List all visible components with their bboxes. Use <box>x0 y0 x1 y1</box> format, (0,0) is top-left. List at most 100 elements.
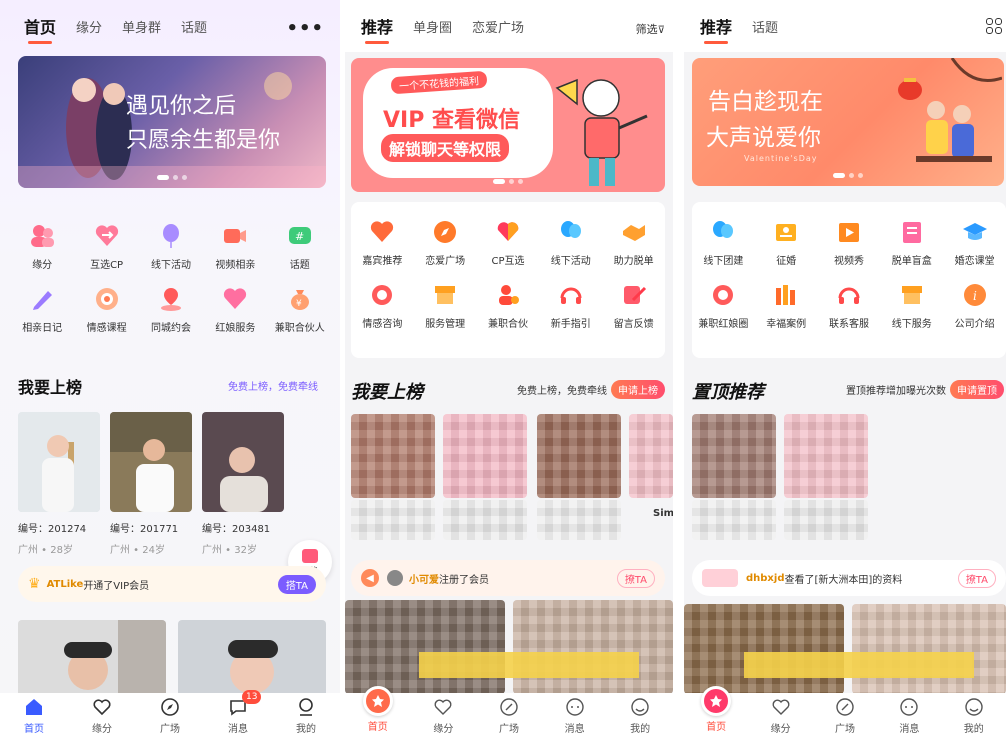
nav-square[interactable]: 广场 <box>481 696 537 735</box>
grid-item-partner[interactable]: ¥ 兼职合伙人 <box>268 285 332 334</box>
nav-home[interactable]: 首页 <box>350 685 406 733</box>
person-card[interactable]: 编号：203481 广州 • 32岁 <box>202 412 284 556</box>
grid-item-fate[interactable]: 缘分 <box>10 222 74 271</box>
person-photo <box>110 412 192 512</box>
blurred-profile[interactable] <box>784 414 868 498</box>
grid-item-offline[interactable]: 线下活动 <box>539 218 602 267</box>
section-link[interactable]: 免费上榜，免费牵线 申请上榜 <box>517 380 665 399</box>
grid-item-feedback[interactable]: 留言反馈 <box>602 281 665 330</box>
vip-banner[interactable]: 一个不花钱的福利 VIP 查看微信 解锁聊天等权限 <box>351 58 665 192</box>
filter-button[interactable]: 筛选⊽ <box>636 21 665 37</box>
top-tabs: 推荐 单身圈 恋爱广场 筛选⊽ <box>345 0 673 52</box>
tab-single-group[interactable]: 单身群 <box>122 17 161 36</box>
nav-home[interactable]: 首页 <box>6 696 62 735</box>
person-card[interactable]: 编号：201274 广州 • 28岁 <box>18 412 100 556</box>
grid-item-video[interactable]: 视频相亲 <box>203 222 267 271</box>
section-title: 置顶推荐 <box>692 382 764 403</box>
blurred-feed-photo[interactable] <box>345 600 505 694</box>
grid-item-class[interactable]: 婚恋课堂 <box>943 218 1006 267</box>
grid-menu-icon[interactable] <box>986 18 1002 34</box>
section-link[interactable]: 置顶推荐增加曝光次数 申请置顶 <box>846 380 1004 399</box>
grid-item-offline-service[interactable]: 线下服务 <box>880 281 943 330</box>
nav-fate[interactable]: 缘分 <box>753 696 809 735</box>
valentine-banner[interactable]: 告白趁现在 大声说爱你 Valentine'sDay <box>692 58 1004 186</box>
nav-messages[interactable]: 消息 <box>547 696 603 735</box>
grid-item-help-single[interactable]: 助力脱单 <box>602 218 665 267</box>
notice-action-button[interactable]: 撩TA <box>616 568 655 588</box>
nav-home[interactable]: 首页 <box>688 685 744 733</box>
tab-single-circle[interactable]: 单身圈 <box>413 17 452 36</box>
tab-recommend[interactable]: 推荐 <box>361 14 393 44</box>
grid-item-course[interactable]: 情感课程 <box>74 285 138 334</box>
nav-me[interactable]: 我的 <box>278 696 334 735</box>
apply-top-button[interactable]: 申请置顶 <box>950 380 1004 399</box>
grid-item-contact[interactable]: 联系客服 <box>818 281 881 330</box>
avatar <box>702 569 738 587</box>
grid-item-cases[interactable]: 幸福案例 <box>755 281 818 330</box>
grid-item-diary[interactable]: 相亲日记 <box>10 285 74 334</box>
grid-item-guide[interactable]: 新手指引 <box>539 281 602 330</box>
tab-recommend[interactable]: 推荐 <box>700 14 732 44</box>
grid-item-blind-box[interactable]: 脱单盲盒 <box>880 218 943 267</box>
heart-outline-icon <box>432 696 454 718</box>
profile-icon <box>629 696 651 718</box>
blurred-profile[interactable] <box>351 414 435 498</box>
blurred-caption <box>784 500 868 540</box>
grid-item-consult[interactable]: 情感咨询 <box>351 281 414 330</box>
blurred-feed-photo[interactable] <box>513 600 673 694</box>
grid-item-about[interactable]: i 公司介绍 <box>943 281 1006 330</box>
person-card[interactable]: 编号：201771 广州 • 24岁 <box>110 412 192 556</box>
blurred-profile[interactable] <box>629 414 673 498</box>
grid-item-matchmaker[interactable]: 红娘服务 <box>203 285 267 334</box>
section-link[interactable]: 免费上榜，免费牵线 <box>228 378 318 393</box>
notice-action-button[interactable]: 搭TA <box>277 574 316 594</box>
blurred-feed-photo[interactable] <box>852 604 1006 694</box>
home-banner[interactable]: 遇见你之后 只愿余生都是你 <box>18 56 326 188</box>
view-notice: dhbxjd 查看了[新大洲本田]的资料 撩TA <box>692 560 1006 596</box>
section-title: 我要上榜 <box>18 378 83 397</box>
nav-me[interactable]: 我的 <box>612 696 668 735</box>
grid-item-team[interactable]: 线下团建 <box>692 218 755 267</box>
grid-item-video-show[interactable]: 视频秀 <box>818 218 881 267</box>
tab-home[interactable]: 首页 <box>24 14 56 44</box>
heart-outline-icon <box>91 696 113 718</box>
grid-item-marriage[interactable]: 征婚 <box>755 218 818 267</box>
grid-item-dating[interactable]: 同城约会 <box>139 285 203 334</box>
grid-item-cp[interactable]: CP互选 <box>477 218 540 267</box>
nav-fate[interactable]: 缘分 <box>415 696 471 735</box>
nav-messages[interactable]: 消息 <box>881 696 937 735</box>
feed-photo[interactable] <box>178 620 326 700</box>
unread-badge: 13 <box>242 689 262 704</box>
grid-item-guest[interactable]: 嘉宾推荐 <box>351 218 414 267</box>
nav-fate[interactable]: 缘分 <box>74 696 130 735</box>
tab-topic[interactable]: 话题 <box>752 17 778 36</box>
apply-list-button[interactable]: 申请上榜 <box>611 380 665 399</box>
grid-item-love-square[interactable]: 恋爱广场 <box>414 218 477 267</box>
tab-love-square[interactable]: 恋爱广场 <box>472 17 524 36</box>
grid-item-partner[interactable]: 兼职合伙 <box>477 281 540 330</box>
nav-me[interactable]: 我的 <box>946 696 1002 735</box>
blurred-profile[interactable] <box>443 414 527 498</box>
grid-item-topic[interactable]: # 话题 <box>268 222 332 271</box>
headset-icon <box>708 281 738 309</box>
nav-square[interactable]: 广场 <box>817 696 873 735</box>
blurred-profile[interactable] <box>692 414 776 498</box>
carousel-dots <box>493 179 523 184</box>
notice-action-button[interactable]: 撩TA <box>957 568 996 588</box>
more-icon[interactable]: ••• <box>286 18 324 39</box>
blurred-feed-photo[interactable] <box>684 604 844 694</box>
grid-item-service[interactable]: 服务管理 <box>414 281 477 330</box>
blurred-profile[interactable] <box>537 414 621 498</box>
nav-messages[interactable]: 消息 13 <box>210 689 266 735</box>
grid-item-offline[interactable]: 线下活动 <box>139 222 203 271</box>
grid-item-cp[interactable]: 互选CP <box>74 222 138 271</box>
bottom-nav: 首页 缘分 广场 消息 我的 <box>345 685 673 737</box>
home-icon <box>23 696 45 718</box>
nav-square[interactable]: 广场 <box>142 696 198 735</box>
tab-topic[interactable]: 话题 <box>181 17 207 36</box>
grid-item-matchmaker-circle[interactable]: 兼职红娘圈 <box>692 281 755 330</box>
profile-icon <box>963 696 985 718</box>
app-screen-home: 首页 缘分 单身群 话题 ••• 遇见你之后 只愿余生都是你 缘分 互选CP 线… <box>0 0 340 737</box>
feed-photo[interactable] <box>18 620 166 700</box>
tab-fate[interactable]: 缘分 <box>76 17 102 36</box>
